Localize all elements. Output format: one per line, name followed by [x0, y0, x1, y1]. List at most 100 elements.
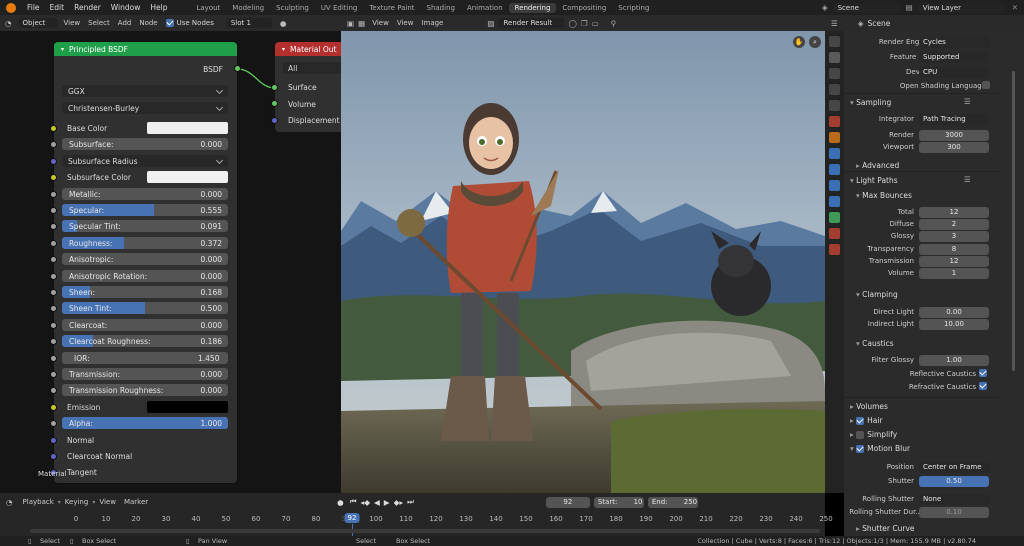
input-socket[interactable] [50, 387, 57, 395]
playback-menu[interactable]: Playback [19, 497, 58, 507]
duplicate-icon[interactable]: ❐ [581, 19, 588, 28]
view-layer-selector[interactable]: View Layer [917, 2, 1004, 13]
subsurface-method-dropdown[interactable]: Christensen-Burley [62, 102, 228, 114]
workspace-tab-shading[interactable]: Shading [421, 3, 461, 13]
bounce-field-transmission[interactable]: 12 [919, 255, 989, 267]
shutter-field[interactable]: 0.50 [919, 476, 989, 487]
render-result-view[interactable]: ✋ ⌕ [341, 31, 825, 493]
bsdf-input-clearcoat-roughness[interactable]: Clearcoat Roughness: 0.186 [50, 334, 237, 348]
workspace-tab-scripting[interactable]: Scripting [612, 3, 655, 13]
refractive-caustics-checkbox[interactable] [979, 382, 987, 390]
material-tab-icon[interactable] [829, 228, 840, 239]
timeline-ruler[interactable]: 0102030405060708090100110120130140150160… [0, 511, 833, 536]
color-swatch[interactable] [147, 400, 228, 413]
color-swatch[interactable] [147, 122, 228, 134]
bsdf-input-sheen-tint[interactable]: Sheen Tint: 0.500 [50, 301, 237, 315]
properties-scrollbar[interactable] [1012, 31, 1018, 536]
bounce-field-glossy[interactable]: 3 [919, 231, 989, 243]
hand-pan-icon[interactable]: ✋ [793, 36, 805, 48]
material-output-node[interactable]: ▾ Material Out All Surface Volume Displace… [275, 42, 341, 132]
value-slider[interactable]: Sheen: 0.168 [62, 286, 228, 298]
value-slider[interactable]: IOR: 1.450 [62, 351, 228, 364]
render-tab-icon[interactable] [829, 52, 840, 63]
output-tab-icon[interactable] [829, 68, 840, 79]
scene-selector[interactable]: Scene [832, 2, 901, 13]
bsdf-input-subsurface-color[interactable]: Subsurface Color [50, 170, 237, 184]
bsdf-input-transmission[interactable]: Transmission: 0.000 [50, 367, 237, 381]
input-socket[interactable] [50, 223, 57, 231]
displacement-input-socket[interactable] [271, 117, 278, 124]
world-tab-icon[interactable] [829, 116, 840, 127]
integrator-dropdown[interactable]: Path Tracing [919, 114, 989, 125]
bsdf-input-subsurface[interactable]: Subsurface: 0.000 [50, 137, 237, 151]
viewport-samples-field[interactable]: 300 [919, 142, 989, 153]
browse-icon[interactable]: ▭ [592, 19, 599, 28]
material-output-header[interactable]: ▾ Material Out [275, 42, 341, 56]
input-socket[interactable] [50, 190, 57, 198]
position-dropdown[interactable]: Center on Frame [919, 462, 989, 473]
fake-user-icon[interactable]: ◯ [568, 19, 576, 28]
bsdf-input-normal[interactable]: Normal [50, 433, 237, 447]
pin-icon[interactable]: ⚲ [611, 19, 617, 28]
properties-type-icon[interactable]: ☰ [831, 19, 838, 28]
rolling-duration-field[interactable]: 0.10 [919, 507, 989, 518]
principled-bsdf-node[interactable]: ▾ Principled BSDF BSDF GGX Christensen-B… [50, 42, 241, 483]
value-slider[interactable]: Transmission Roughness: 0.000 [62, 384, 228, 397]
bsdf-input-alpha[interactable]: Alpha: 1.000 [50, 416, 237, 430]
bsdf-input-clearcoat-normal[interactable]: Clearcoat Normal [50, 449, 237, 463]
input-socket[interactable] [50, 207, 57, 214]
play-reverse-icon[interactable]: ◀ [374, 498, 380, 507]
jump-start-icon[interactable]: ⏮ [350, 497, 357, 507]
view-layer-tab-icon[interactable] [829, 84, 840, 95]
texture-tab-icon[interactable] [829, 244, 840, 255]
keying-menu[interactable]: Keying [61, 497, 93, 507]
tool-tab-icon[interactable] [829, 36, 840, 47]
timeline-view-menu[interactable]: View [95, 497, 120, 507]
input-socket[interactable] [50, 436, 57, 444]
value-slider[interactable]: Specular: 0.555 [62, 204, 228, 216]
value-slider[interactable]: Clearcoat: 0.000 [62, 318, 228, 331]
surface-input-socket[interactable] [271, 84, 278, 91]
zoom-icon[interactable]: ⌕ [809, 36, 821, 48]
hair-section-header[interactable]: Hair [850, 416, 883, 425]
bsdf-input-base-color[interactable]: Base Color [50, 121, 237, 135]
value-slider[interactable]: Metallic: 0.000 [62, 187, 228, 200]
jump-end-icon[interactable]: ⏭ [407, 497, 414, 507]
bsdf-input-metallic[interactable]: Metallic: 0.000 [50, 187, 237, 201]
bsdf-input-anisotropic-rotation[interactable]: Anisotropic Rotation: 0.000 [50, 269, 237, 283]
hair-checkbox[interactable] [856, 417, 865, 425]
workspace-tab-animation[interactable]: Animation [461, 3, 509, 13]
bounce-field-total[interactable]: 12 [919, 207, 989, 218]
advanced-subsection[interactable]: Advanced [856, 161, 899, 170]
value-slider[interactable]: Anisotropic: 0.000 [62, 253, 228, 266]
scene-tab-icon-btn[interactable] [829, 100, 840, 111]
bsdf-input-clearcoat[interactable]: Clearcoat: 0.000 [50, 318, 237, 332]
volume-input-socket[interactable] [271, 100, 278, 107]
target-dropdown[interactable]: All [283, 62, 341, 74]
constraints-tab-icon[interactable] [829, 196, 840, 207]
device-dropdown[interactable]: CPU [919, 67, 989, 78]
max-bounces-subsection[interactable]: Max Bounces [856, 191, 912, 200]
render-view-dropdown[interactable]: View [368, 18, 393, 28]
value-slider[interactable]: Roughness: 0.372 [62, 236, 228, 249]
play-icon[interactable]: ▶ [384, 498, 390, 507]
bounce-field-transparency[interactable]: 8 [919, 243, 989, 255]
end-frame-field[interactable]: End: 250 [647, 496, 698, 508]
bsdf-input-emission[interactable]: Emission [50, 400, 237, 414]
simplify-checkbox[interactable] [856, 431, 865, 439]
shutter-curve-subsection[interactable]: Shutter Curve [856, 524, 914, 533]
input-socket[interactable] [50, 338, 57, 346]
osl-checkbox[interactable] [982, 81, 990, 89]
playhead-frame-indicator[interactable]: 92 [344, 513, 360, 523]
motion-blur-section-header[interactable]: Motion Blur [850, 444, 910, 453]
image-editor-type-icon[interactable]: ▣ [347, 19, 354, 28]
input-socket[interactable] [50, 305, 57, 313]
bsdf-output-socket[interactable] [234, 65, 241, 72]
bounce-field-diffuse[interactable]: 2 [919, 219, 989, 231]
value-slider[interactable]: Specular Tint: 0.091 [62, 220, 228, 233]
render-image-menu[interactable]: Image [417, 18, 447, 28]
bounce-field-volume[interactable]: 1 [919, 268, 989, 279]
clamp-field-indirect-light[interactable]: 10.00 [919, 319, 989, 331]
bsdf-input-subsurface-radius[interactable]: Subsurface Radius [50, 154, 237, 168]
reflective-caustics-checkbox[interactable] [979, 369, 987, 377]
